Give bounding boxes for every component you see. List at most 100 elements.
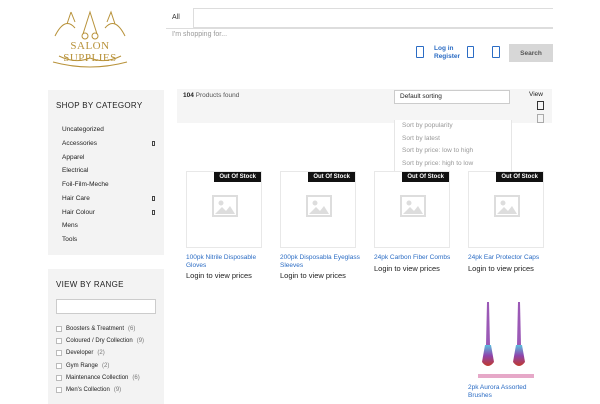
image-placeholder-icon [400, 195, 426, 217]
category-label: Mens [62, 222, 78, 230]
range-item[interactable]: Coloured / Dry Collection (9) [56, 335, 144, 347]
product-name[interactable]: 2pk Aurora Assorted Brushes [468, 384, 548, 400]
range-label: Gym Range [66, 362, 99, 369]
category-item[interactable]: Hair Care [62, 192, 187, 206]
category-label: Hair Care [62, 194, 90, 202]
image-placeholder-icon [306, 195, 332, 217]
site-logo[interactable]: SALON SUPPLIES [45, 6, 135, 70]
list-view-icon[interactable] [537, 114, 544, 123]
category-item[interactable]: Mens [62, 219, 187, 233]
brush-set-image [478, 302, 534, 378]
products-found-label: Products found [195, 92, 240, 99]
product-price[interactable]: Login to view prices [374, 264, 440, 273]
cart-icon[interactable] [492, 46, 500, 58]
range-checkbox[interactable] [56, 374, 62, 381]
category-item[interactable]: Accessories [62, 137, 187, 151]
product-price[interactable]: Login to view prices [280, 271, 346, 280]
category-list: Uncategorized Accessories Apparel Electrica… [62, 123, 187, 247]
product-price[interactable]: Login to view prices [186, 271, 252, 280]
category-panel: SHOP BY CATEGORY Uncategorized Accessorie… [48, 90, 164, 255]
sort-option[interactable]: Sort by latest [395, 133, 511, 146]
product-image[interactable]: Out Of Stock [186, 171, 262, 248]
expand-icon[interactable] [152, 140, 155, 146]
range-filter-input[interactable] [56, 299, 156, 314]
range-label: Coloured / Dry Collection [66, 338, 133, 345]
product-price[interactable]: Login to view prices [468, 264, 534, 273]
user-icon[interactable] [416, 46, 424, 58]
range-count: (9) [113, 386, 122, 393]
sort-option[interactable]: Sort by price: high to low [395, 158, 511, 171]
category-item[interactable]: Uncategorized [62, 123, 187, 137]
category-label: Electrical [62, 167, 89, 175]
category-label: Foil-Film-Meche [62, 181, 109, 188]
product-name[interactable]: 24pk Carbon Fiber Combs [374, 254, 454, 262]
category-item[interactable]: Electrical [62, 164, 187, 178]
category-label: Uncategorized [62, 126, 104, 133]
phone-icon[interactable] [467, 46, 474, 58]
category-item[interactable]: Foil-Film-Meche [62, 178, 187, 192]
products-count: 104 [183, 92, 194, 99]
range-item[interactable]: Maintenance Collection (6) [56, 372, 144, 384]
products-found: 104 Products found [183, 92, 239, 99]
product-image[interactable]: Out Of Stock [468, 171, 544, 248]
category-label: Apparel [62, 153, 85, 161]
range-item[interactable]: Developer (2) [56, 347, 144, 359]
sort-dropdown-menu: Sort by popularity Sort by latest Sort by … [394, 120, 512, 178]
range-checkbox[interactable] [56, 338, 62, 345]
account-links: Log in Register [434, 45, 460, 61]
range-checkbox[interactable] [56, 326, 62, 333]
range-checkbox[interactable] [56, 362, 62, 369]
sort-option[interactable]: Sort by price: low to high [395, 145, 511, 158]
range-count: (9) [136, 338, 145, 345]
product-name[interactable]: 200pk Disposabla Eyeglass Sleeves [280, 254, 360, 270]
range-item[interactable]: Gym Range (2) [56, 360, 144, 372]
range-panel: VIEW BY RANGE Boosters & Treatment (6) Col… [48, 269, 164, 404]
category-item[interactable]: Apparel [62, 151, 187, 165]
range-count: (2) [102, 362, 110, 369]
range-checkbox[interactable] [56, 387, 62, 394]
sort-select[interactable]: Default sorting [394, 90, 510, 104]
product-image[interactable]: Out Of Stock [280, 171, 356, 248]
range-label: Developer [66, 350, 94, 357]
grid-view-icon[interactable] [537, 101, 544, 110]
category-label: Tools [62, 236, 78, 243]
out-of-stock-badge: Out Of Stock [308, 172, 355, 182]
range-count: (6) [128, 326, 136, 332]
out-of-stock-badge: Out Of Stock [496, 172, 543, 182]
image-placeholder-icon [494, 195, 520, 217]
range-item[interactable]: Boosters & Treatment (6) [56, 323, 144, 335]
search-placeholder: I'm shopping for... [172, 31, 228, 38]
login-link[interactable]: Log in [434, 45, 460, 53]
range-label: Boosters & Treatment [66, 326, 125, 332]
shop-toolbar: 104 Products found Default sorting View [177, 89, 552, 123]
range-list: Boosters & Treatment (6) Coloured / Dry Co… [56, 323, 144, 396]
range-count: (2) [97, 350, 105, 357]
product-name[interactable]: 24pk Ear Protector Caps [468, 254, 548, 262]
category-item[interactable]: Tools [62, 233, 187, 247]
category-title: SHOP BY CATEGORY [56, 101, 143, 110]
range-title: VIEW BY RANGE [56, 280, 124, 289]
out-of-stock-badge: Out Of Stock [402, 172, 449, 182]
range-item[interactable]: Men's Collection (9) [56, 384, 144, 396]
category-label: Hair Colour [62, 208, 95, 216]
search-button[interactable]: Search [509, 44, 553, 62]
out-of-stock-badge: Out Of Stock [214, 172, 261, 182]
image-placeholder-icon [212, 195, 238, 217]
sort-option[interactable]: Sort by popularity [395, 120, 511, 133]
register-link[interactable]: Register [434, 53, 460, 61]
range-label: Maintenance Collection [66, 374, 129, 381]
product-name[interactable]: 100pk Nitrile Disposable Gloves [186, 254, 266, 270]
expand-icon[interactable] [152, 195, 155, 201]
range-label: Men's Collection [66, 386, 110, 393]
search-underline [166, 28, 553, 29]
range-count: (6) [132, 374, 140, 381]
range-checkbox[interactable] [56, 350, 62, 357]
logo-text: SALON SUPPLIES [63, 40, 117, 64]
product-image[interactable]: Out Of Stock [374, 171, 450, 248]
search-input[interactable] [193, 8, 553, 28]
view-label: View [529, 91, 543, 98]
category-item[interactable]: Hair Colour [62, 206, 187, 220]
category-label: Accessories [62, 139, 98, 147]
category-select[interactable]: All [166, 8, 194, 28]
expand-icon[interactable] [152, 209, 155, 215]
